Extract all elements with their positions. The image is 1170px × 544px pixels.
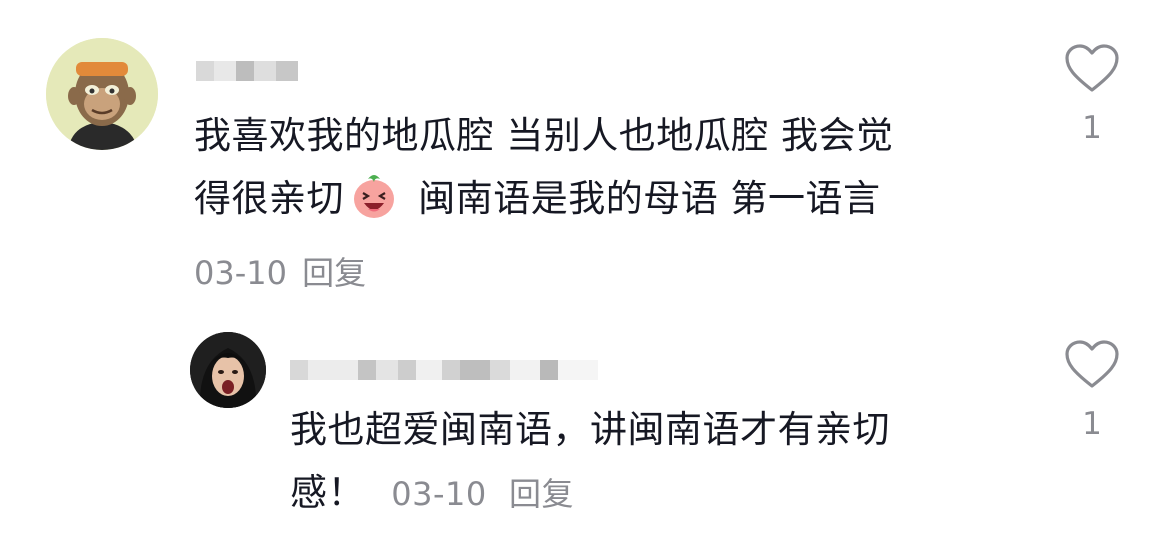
avatar[interactable]	[190, 332, 266, 408]
comment-text-line: 我也超爱闽南语，讲闽南语才有亲切	[290, 408, 890, 451]
like-count: 1	[1082, 406, 1102, 442]
comment-text-fragment: 得很亲切	[194, 177, 344, 220]
like-button[interactable]: 1	[1062, 340, 1122, 442]
comment-text: 我喜欢我的地瓜腔 当别人也地瓜腔 我会觉 得很亲切 闽南语是我的母语 第一语言	[194, 104, 1044, 230]
comment-date: 03-10	[194, 254, 287, 292]
comment-text-line: 得很亲切 闽南语是我的母语 第一语言	[194, 167, 1044, 230]
reply-button[interactable]: 回复	[302, 254, 366, 292]
heart-outline-icon[interactable]	[1064, 44, 1120, 98]
laughing-sweet-potato-emoji-icon	[348, 169, 400, 221]
reply-button[interactable]: 回复	[509, 475, 574, 513]
comment-text-line: 感！ 03-10 回复	[290, 461, 1050, 526]
like-count: 1	[1082, 110, 1102, 146]
comment-meta: 03-10 回复	[194, 248, 366, 294]
username-blurred[interactable]	[196, 58, 298, 84]
comment-date: 03-10	[391, 475, 487, 513]
heart-outline-icon[interactable]	[1064, 340, 1120, 394]
comment-text-fragment: 闽南语是我的母语 第一语言	[406, 177, 881, 220]
comment-text-line: 我喜欢我的地瓜腔 当别人也地瓜腔 我会觉	[194, 114, 894, 157]
comment-text: 我也超爱闽南语，讲闽南语才有亲切 感！ 03-10 回复	[290, 398, 1050, 526]
username-blurred[interactable]	[290, 357, 598, 383]
avatar[interactable]	[46, 38, 158, 150]
comment-text-fragment: 感！	[290, 471, 365, 514]
like-button[interactable]: 1	[1062, 44, 1122, 146]
